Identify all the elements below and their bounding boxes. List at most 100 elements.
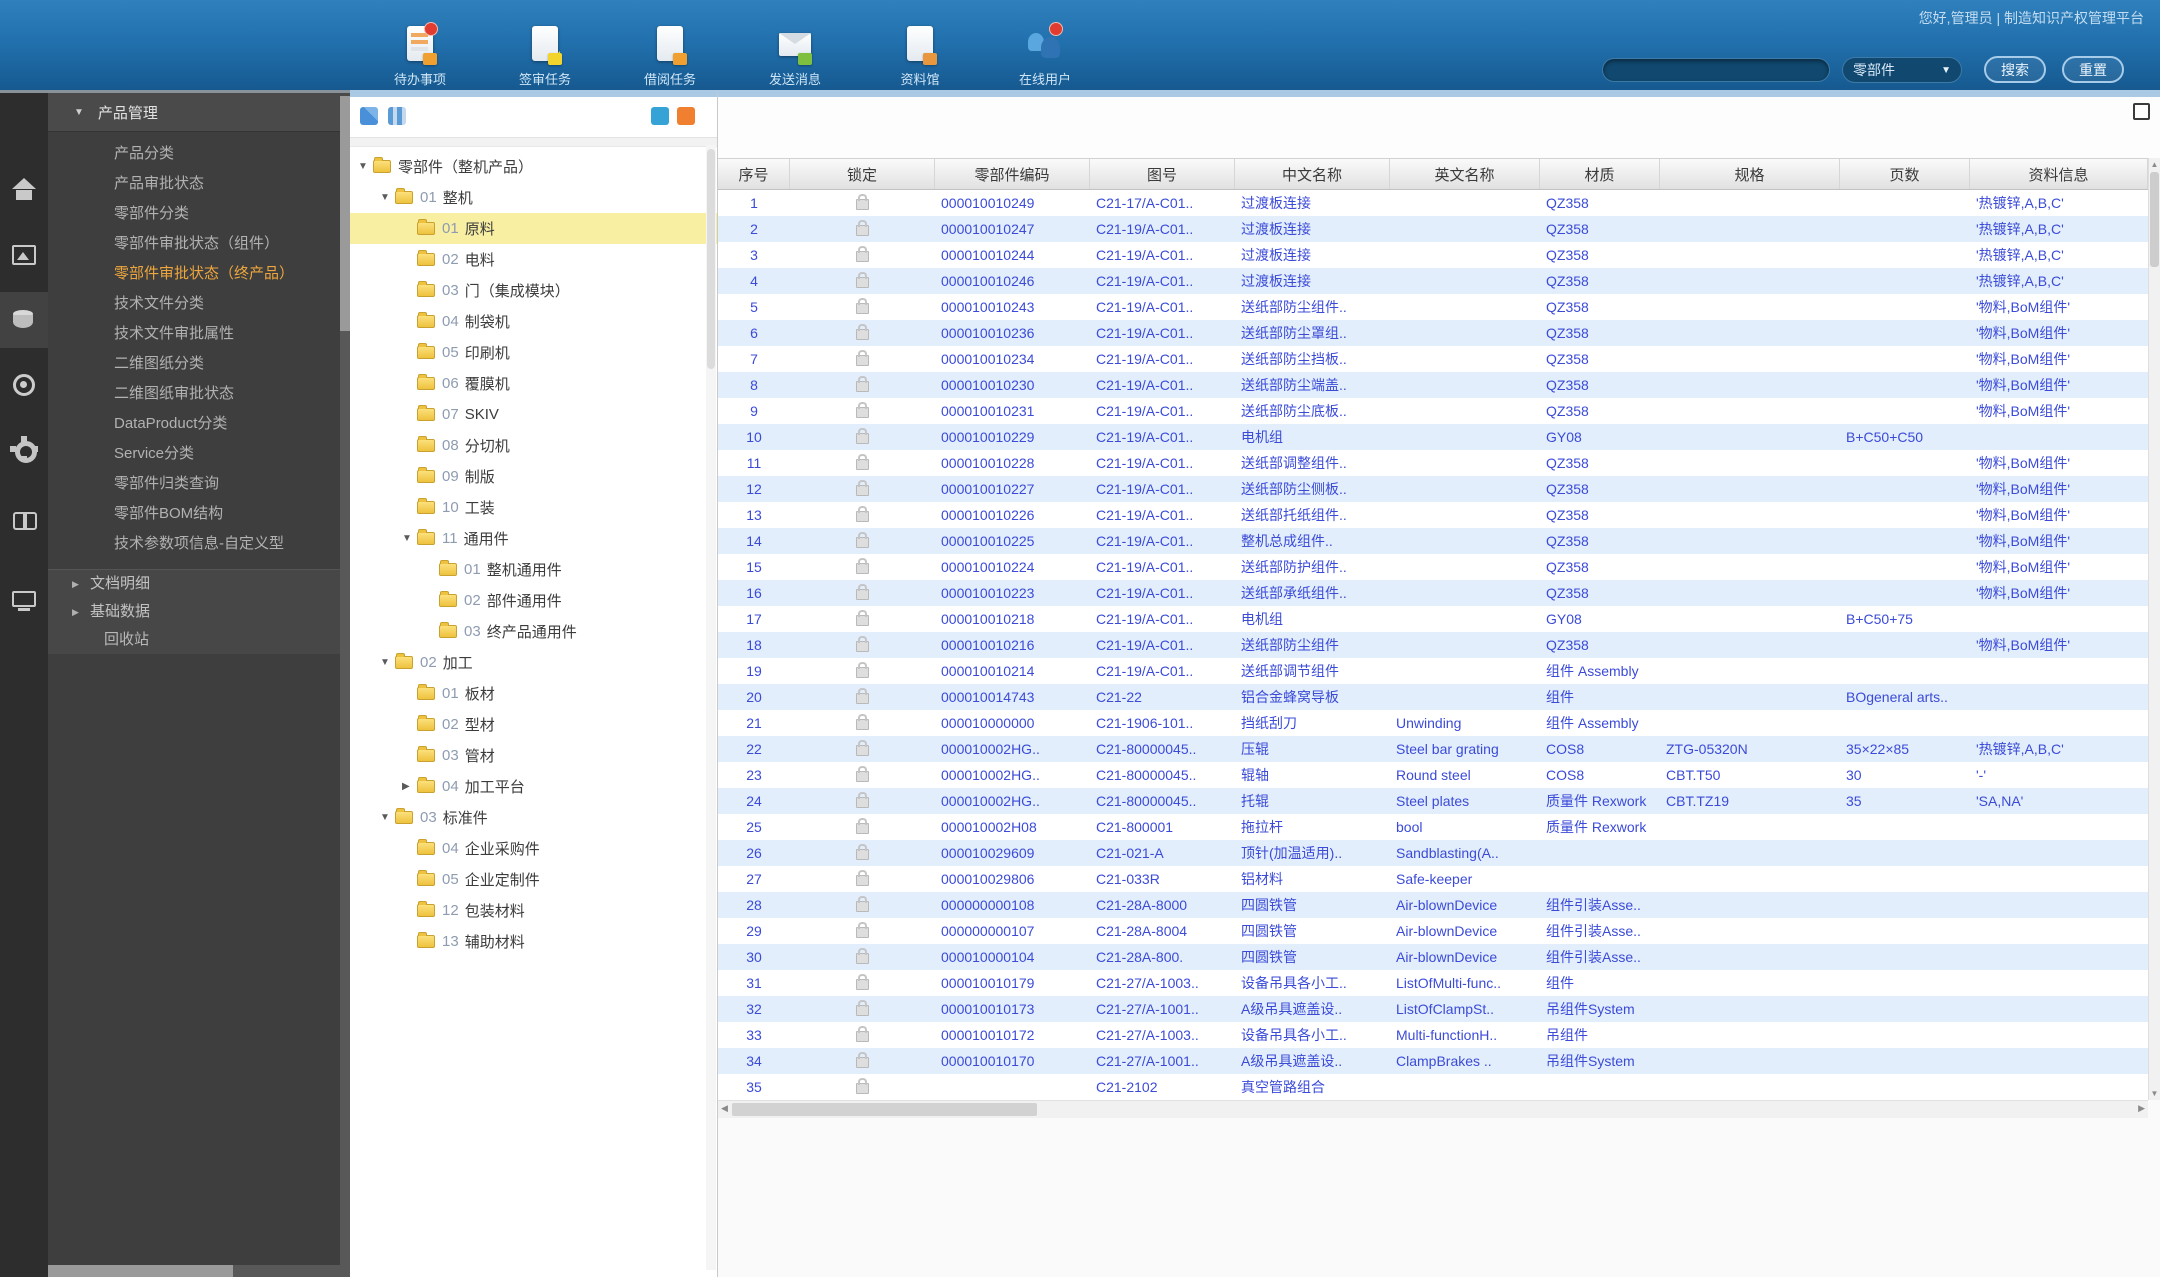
english-name-link[interactable]: ListOfMulti-func.. [1390,970,1540,996]
table-row[interactable]: 2 000010010247 C21-19/A-C01.. 过渡板连接 QZ358 '热镀… [718,216,2148,242]
drawing-number-link[interactable]: C21-19/A-C01.. [1090,294,1235,320]
chinese-name-link[interactable]: 电机组 [1235,606,1390,632]
info-link[interactable]: '物料,BoM组件' [1970,346,2148,372]
part-code-link[interactable]: 000010010173 [935,996,1090,1022]
pages-link[interactable] [1840,528,1970,554]
row-number[interactable]: 29 [718,918,790,944]
toolbar-library[interactable]: 资料馆 [885,24,955,88]
pages-link[interactable]: 35 [1840,788,1970,814]
table-row[interactable]: 31 000010010179 C21-27/A-1003.. 设备吊具各小工.. Li… [718,970,2148,996]
drawing-number-link[interactable]: C21-27/A-1003.. [1090,1022,1235,1048]
info-link[interactable] [1970,424,2148,450]
row-number[interactable]: 4 [718,268,790,294]
tree-node[interactable]: 02 电料 [350,244,717,275]
row-number[interactable]: 5 [718,294,790,320]
chevron-down-icon[interactable]: ▼ [358,161,373,172]
tree-node[interactable]: 04 制袋机 [350,306,717,337]
part-code-link[interactable]: 000010010229 [935,424,1090,450]
tree-node[interactable]: ▼ 02 加工 [350,647,717,678]
drawing-number-link[interactable]: C21-19/A-C01.. [1090,502,1235,528]
material-link[interactable]: QZ358 [1540,242,1660,268]
english-name-link[interactable] [1390,372,1540,398]
row-number[interactable]: 20 [718,684,790,710]
material-link[interactable]: 吊组件 [1540,1022,1660,1048]
part-code-link[interactable]: 000010010179 [935,970,1090,996]
drawing-number-link[interactable]: C21-19/A-C01.. [1090,320,1235,346]
part-code-link[interactable]: 000010010226 [935,502,1090,528]
chinese-name-link[interactable]: 过渡板连接 [1235,216,1390,242]
sidebar-item[interactable]: 技术文件审批属性 [48,319,350,349]
spec-link[interactable] [1660,1048,1840,1074]
material-link[interactable]: 吊组件System [1540,1048,1660,1074]
spec-link[interactable] [1660,840,1840,866]
info-link[interactable] [1970,814,2148,840]
part-code-link[interactable]: 000010000104 [935,944,1090,970]
material-link[interactable]: QZ358 [1540,450,1660,476]
row-number[interactable]: 3 [718,242,790,268]
spec-link[interactable] [1660,1022,1840,1048]
chinese-name-link[interactable]: 顶针(加温适用).. [1235,840,1390,866]
drawing-number-link[interactable]: C21-28A-8004 [1090,918,1235,944]
pages-link[interactable] [1840,372,1970,398]
table-row[interactable]: 15 000010010224 C21-19/A-C01.. 送纸部防护组件.. QZ3… [718,554,2148,580]
row-number[interactable]: 21 [718,710,790,736]
spec-link[interactable] [1660,268,1840,294]
info-link[interactable]: '物料,BoM组件' [1970,632,2148,658]
material-link[interactable]: 组件引装Asse.. [1540,892,1660,918]
row-number[interactable]: 33 [718,1022,790,1048]
table-horizontal-scrollbar[interactable]: ◀ ▶ [718,1100,2148,1118]
material-link[interactable]: 质量件 Rexwork [1540,788,1660,814]
row-number[interactable]: 16 [718,580,790,606]
spec-link[interactable] [1660,710,1840,736]
english-name-link[interactable] [1390,346,1540,372]
english-name-link[interactable] [1390,294,1540,320]
spec-link[interactable] [1660,918,1840,944]
sidebar-vertical-scrollbar[interactable] [340,96,350,1268]
english-name-link[interactable]: bool [1390,814,1540,840]
info-link[interactable] [1970,944,2148,970]
table-row[interactable]: 18 000010010216 C21-19/A-C01.. 送纸部防尘组件 QZ358… [718,632,2148,658]
tree-node[interactable]: 03 管材 [350,740,717,771]
tree-node[interactable]: 13 辅助材料 [350,926,717,957]
pages-link[interactable] [1840,814,1970,840]
english-name-link[interactable]: Safe-keeper [1390,866,1540,892]
drawing-number-link[interactable]: C21-28A-8000 [1090,892,1235,918]
table-row[interactable]: 14 000010010225 C21-19/A-C01.. 整机总成组件.. QZ35… [718,528,2148,554]
table-row[interactable]: 33 000010010172 C21-27/A-1003.. 设备吊具各小工.. Mu… [718,1022,2148,1048]
pages-link[interactable] [1840,268,1970,294]
english-name-link[interactable] [1390,554,1540,580]
info-link[interactable]: '物料,BoM组件' [1970,528,2148,554]
pages-link[interactable] [1840,658,1970,684]
row-number[interactable]: 1 [718,190,790,216]
chinese-name-link[interactable]: 托辊 [1235,788,1390,814]
pages-link[interactable] [1840,892,1970,918]
pages-link[interactable] [1840,580,1970,606]
pages-link[interactable] [1840,450,1970,476]
sidebar-item[interactable]: 二维图纸分类 [48,349,350,379]
row-number[interactable]: 32 [718,996,790,1022]
info-link[interactable]: '热镀锌,A,B,C' [1970,268,2148,294]
pages-link[interactable] [1840,242,1970,268]
sidebar-section[interactable]: ▶ 基础数据 [48,598,350,626]
reset-button[interactable]: 重置 [2062,56,2124,83]
chinese-name-link[interactable]: 压辊 [1235,736,1390,762]
drawing-number-link[interactable]: C21-19/A-C01.. [1090,554,1235,580]
pages-link[interactable]: B+C50+C50 [1840,424,1970,450]
drawing-number-link[interactable]: C21-033R [1090,866,1235,892]
drawing-number-link[interactable]: C21-1906-101.. [1090,710,1235,736]
english-name-link[interactable]: Steel bar grating [1390,736,1540,762]
material-link[interactable]: 吊组件System [1540,996,1660,1022]
spec-link[interactable] [1660,424,1840,450]
english-name-link[interactable]: Air-blownDevice [1390,918,1540,944]
pages-link[interactable] [1840,346,1970,372]
spec-link[interactable] [1660,216,1840,242]
drawing-number-link[interactable]: C21-19/A-C01.. [1090,346,1235,372]
row-number[interactable]: 18 [718,632,790,658]
column-header[interactable]: 中文名称 [1235,159,1390,189]
tree-node[interactable]: 08 分切机 [350,430,717,461]
material-link[interactable]: 组件 [1540,970,1660,996]
tree-node[interactable]: 05 印刷机 [350,337,717,368]
spec-link[interactable] [1660,450,1840,476]
drawing-number-link[interactable]: C21-19/A-C01.. [1090,528,1235,554]
table-row[interactable]: 21 000010000000 C21-1906-101.. 挡纸刮刀 Unwindin… [718,710,2148,736]
